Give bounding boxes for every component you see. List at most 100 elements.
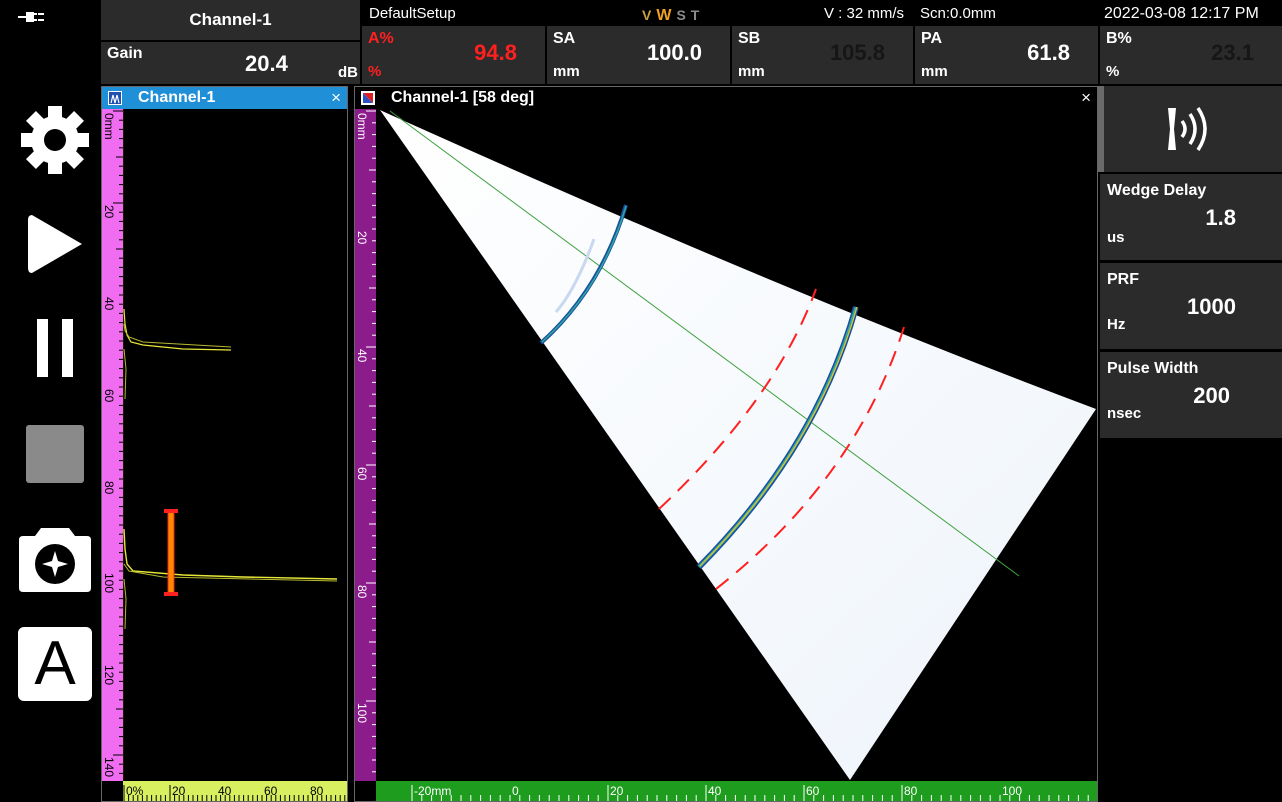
pause-button[interactable] — [14, 312, 96, 384]
ascan-depth-tick-label: 60 — [102, 389, 116, 403]
channel-title-cell[interactable]: Channel-1 — [101, 0, 362, 42]
pulse-width-value: 200 — [1193, 383, 1230, 408]
prf-label: PRF — [1107, 271, 1139, 288]
right-panel-scrollbar[interactable] — [1098, 86, 1104, 172]
wedge-delay-label: Wedge Delay — [1107, 182, 1207, 199]
sector-close-button[interactable]: × — [1081, 88, 1091, 108]
readout-sa-value: 100.0 — [646, 40, 702, 65]
stop-button[interactable] — [14, 420, 96, 488]
ascan-amplitude-ruler[interactable]: 0% 20 40 60 80 — [123, 781, 347, 801]
sector-beam-area — [380, 110, 1096, 780]
readout-sb-unit: mm — [738, 63, 765, 80]
readout-sa-unit: mm — [553, 63, 580, 80]
wedge-delay-value: 1.8 — [1205, 205, 1236, 230]
readout-pa[interactable]: PA mm 61.8 — [915, 26, 1100, 86]
prf-setting[interactable]: PRF Hz 1000 — [1100, 263, 1282, 349]
play-button[interactable] — [14, 206, 96, 282]
sector-x-ruler[interactable]: -20mm020406080100120 — [376, 781, 1097, 801]
ascan-amplitude-tick-label: 40 — [218, 784, 232, 798]
gear-icon — [21, 106, 89, 174]
readout-pa-label: PA — [921, 30, 943, 47]
status-bar: DefaultSetup VWST V : 32 mm/s Scn:0.0mm — [362, 0, 1098, 26]
sector-panel[interactable]: Channel-1 [58 deg] × 0mm 20 40 60 80 100 — [354, 86, 1098, 802]
readout-pa-value: 61.8 — [1027, 40, 1070, 65]
readout-sa-label: SA — [553, 30, 576, 47]
readout-sb-value: 105.8 — [829, 40, 885, 65]
pulse-width-label: Pulse Width — [1107, 360, 1199, 377]
ascan-close-button[interactable]: × — [331, 88, 341, 108]
ascan-amplitude-ruler-ticks: 0% 20 40 60 80 — [123, 784, 346, 801]
mode-letter-s: S — [676, 7, 686, 23]
gain-cell[interactable]: Gain 20.4 dB — [101, 42, 362, 86]
readout-b-label: B% — [1106, 30, 1132, 47]
pause-icon — [37, 319, 73, 377]
sector-x-tick-label: 0 — [512, 784, 519, 798]
auto-icon-letter: A — [34, 629, 76, 698]
sector-x-ruler-ticks: -20mm020406080100120 — [411, 784, 1089, 801]
ascan-depth-tick-label: 80 — [102, 481, 116, 495]
ascan-panel[interactable]: Channel-1 × 0mm 20 40 60 80 100 120 140 0% 20 40 6… — [101, 86, 348, 802]
sector-depth-tick-label: 100 — [355, 703, 369, 723]
sector-x-tick-label: 80 — [904, 784, 918, 798]
wedge-delay-setting[interactable]: Wedge Delay us 1.8 — [1100, 174, 1282, 260]
sector-x-tick-label: 40 — [708, 784, 722, 798]
setup-name: DefaultSetup — [369, 5, 456, 22]
readout-b-unit: % — [1106, 63, 1120, 80]
ascan-gate-marker[interactable] — [164, 509, 178, 596]
pulser-button[interactable] — [1100, 86, 1282, 172]
gain-unit: dB — [338, 64, 358, 81]
ascan-depth-tick-label: 140 — [102, 757, 116, 777]
screenshot-button[interactable] — [14, 522, 96, 596]
auto-button[interactable]: A — [14, 626, 96, 702]
camera-icon — [19, 528, 91, 592]
play-icon — [28, 215, 82, 273]
sector-scan-image[interactable] — [376, 109, 1097, 781]
ascan-waveform — [123, 109, 338, 781]
stop-icon — [26, 425, 84, 483]
sector-depth-ruler-ticks: 0mm 20 40 60 80 100 — [355, 110, 376, 773]
readout-sb-label: SB — [738, 30, 761, 47]
sector-x-tick-label: -20mm — [414, 784, 451, 798]
sector-x-tick-label: 100 — [1002, 784, 1022, 798]
sector-depth-tick-label: 80 — [355, 585, 369, 599]
ascan-depth-tick-label: 120 — [102, 665, 116, 685]
readout-b-percent[interactable]: B% % 23.1 — [1100, 26, 1282, 86]
ascan-title-bar[interactable]: Channel-1 × — [102, 87, 347, 109]
left-toolbar: A — [0, 0, 101, 802]
ascan-amplitude-tick-label: 60 — [264, 784, 278, 798]
ascan-title: Channel-1 — [138, 89, 216, 106]
sector-depth-tick-label: 20 — [355, 231, 369, 245]
ascan-depth-tick-label: 40 — [102, 297, 116, 311]
sector-x-tick-label: 60 — [806, 784, 820, 798]
ascan-amplitude-tick-label: 20 — [172, 784, 186, 798]
readout-sa[interactable]: SA mm 100.0 — [547, 26, 732, 86]
ascan-window-icon — [108, 91, 122, 105]
auto-icon: A — [18, 627, 92, 701]
settings-button[interactable] — [14, 102, 96, 178]
ascan-depth-ruler-ticks: 0mm 20 40 60 80 100 120 140 — [102, 110, 123, 777]
mode-letter-w: W — [656, 7, 672, 24]
battery-plug-icon — [18, 8, 44, 26]
readout-pa-unit: mm — [921, 63, 948, 80]
ascan-depth-ruler[interactable]: 0mm 20 40 60 80 100 120 140 — [102, 109, 123, 781]
datetime-cell: 2022-03-08 12:17 PM — [1100, 0, 1282, 26]
readout-b-value: 23.1 — [1211, 40, 1254, 65]
readout-a-value: 94.8 — [474, 40, 517, 65]
pulse-width-setting[interactable]: Pulse Width nsec 200 — [1100, 352, 1282, 438]
velocity-readout: V : 32 mm/s — [824, 5, 905, 22]
pulse-width-unit: nsec — [1107, 405, 1142, 422]
ascan-depth-tick-label: 20 — [102, 205, 116, 219]
prf-unit: Hz — [1107, 316, 1126, 333]
prf-value: 1000 — [1187, 294, 1236, 319]
ultrasound-waves-icon — [1168, 107, 1207, 151]
readout-sb[interactable]: SB mm 105.8 — [732, 26, 915, 86]
sector-title-bar[interactable]: Channel-1 [58 deg] × — [355, 87, 1097, 109]
sector-depth-tick-label: 40 — [355, 349, 369, 363]
datetime: 2022-03-08 12:17 PM — [1104, 5, 1259, 22]
mode-letter-v: V — [642, 7, 652, 23]
sector-depth-ruler[interactable]: 0mm 20 40 60 80 100 — [355, 109, 376, 781]
readout-a-label: A% — [368, 30, 394, 47]
ascan-depth-tick-label: 100 — [102, 573, 116, 593]
readout-a-percent[interactable]: A% % 94.8 — [362, 26, 547, 86]
sector-x-tick-label: 20 — [610, 784, 624, 798]
